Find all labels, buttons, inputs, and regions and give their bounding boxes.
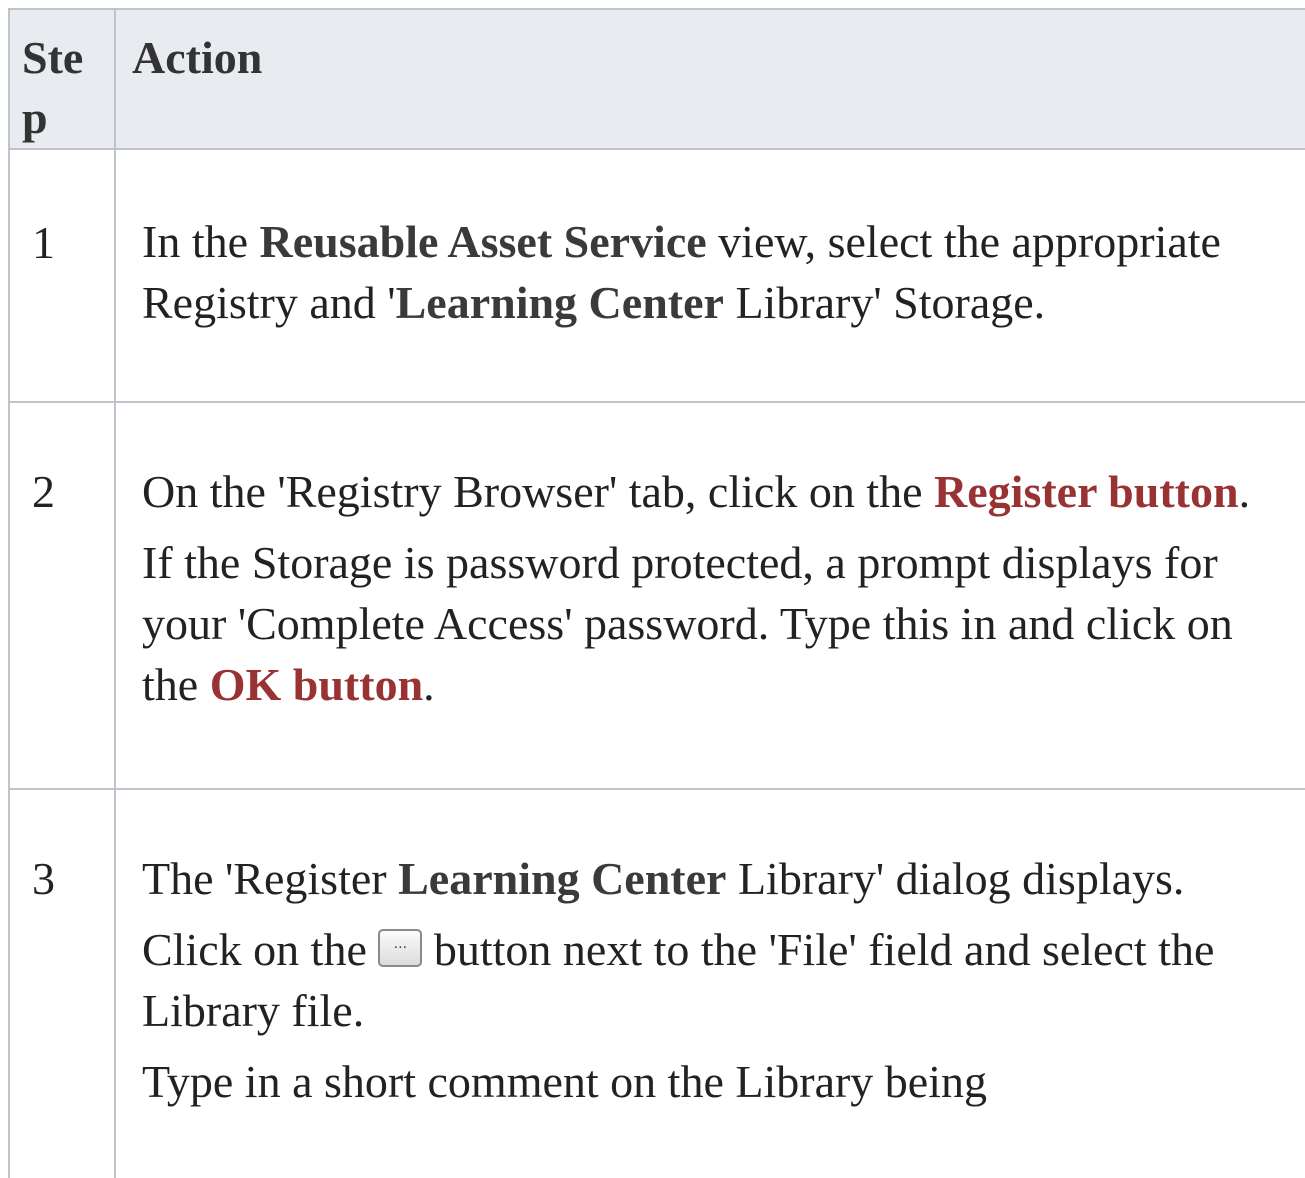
ui-term: Learning Center xyxy=(398,853,727,904)
step-3-text: The 'Register Learning Center Library' d… xyxy=(142,853,1185,904)
step-2-note: If the Storage is password protected, a … xyxy=(142,537,1233,710)
step-action: The 'Register Learning Center Library' d… xyxy=(142,848,1292,1122)
table-left-border xyxy=(8,8,10,1178)
ui-term: Reusable Asset Service xyxy=(259,216,707,267)
column-divider xyxy=(114,8,116,1178)
register-button-label: Register button xyxy=(934,466,1239,517)
ui-term: Learning Center xyxy=(395,277,724,328)
step-3-file: Click on the ... button next to the 'Fil… xyxy=(142,924,1215,1036)
step-number: 2 xyxy=(32,466,55,517)
step-action: In the Reusable Asset Service view, sele… xyxy=(142,211,1292,343)
ellipsis-button-icon: ... xyxy=(378,929,423,967)
header-step: Ste p xyxy=(22,32,84,143)
step-3-comment: Type in a short comment on the Library b… xyxy=(142,1056,988,1107)
step-2-text: On the 'Registry Browser' tab, click on … xyxy=(142,466,1251,517)
step-number: 3 xyxy=(32,853,55,904)
step-1-text: In the Reusable Asset Service view, sele… xyxy=(142,216,1221,328)
step-action: On the 'Registry Browser' tab, click on … xyxy=(142,461,1292,725)
step-number: 1 xyxy=(32,217,55,268)
ok-button-label: OK button xyxy=(209,659,424,710)
header-action: Action xyxy=(132,32,263,83)
table-header: Ste p Action xyxy=(8,8,1305,150)
row-divider xyxy=(8,401,1305,403)
row-divider xyxy=(8,788,1305,790)
